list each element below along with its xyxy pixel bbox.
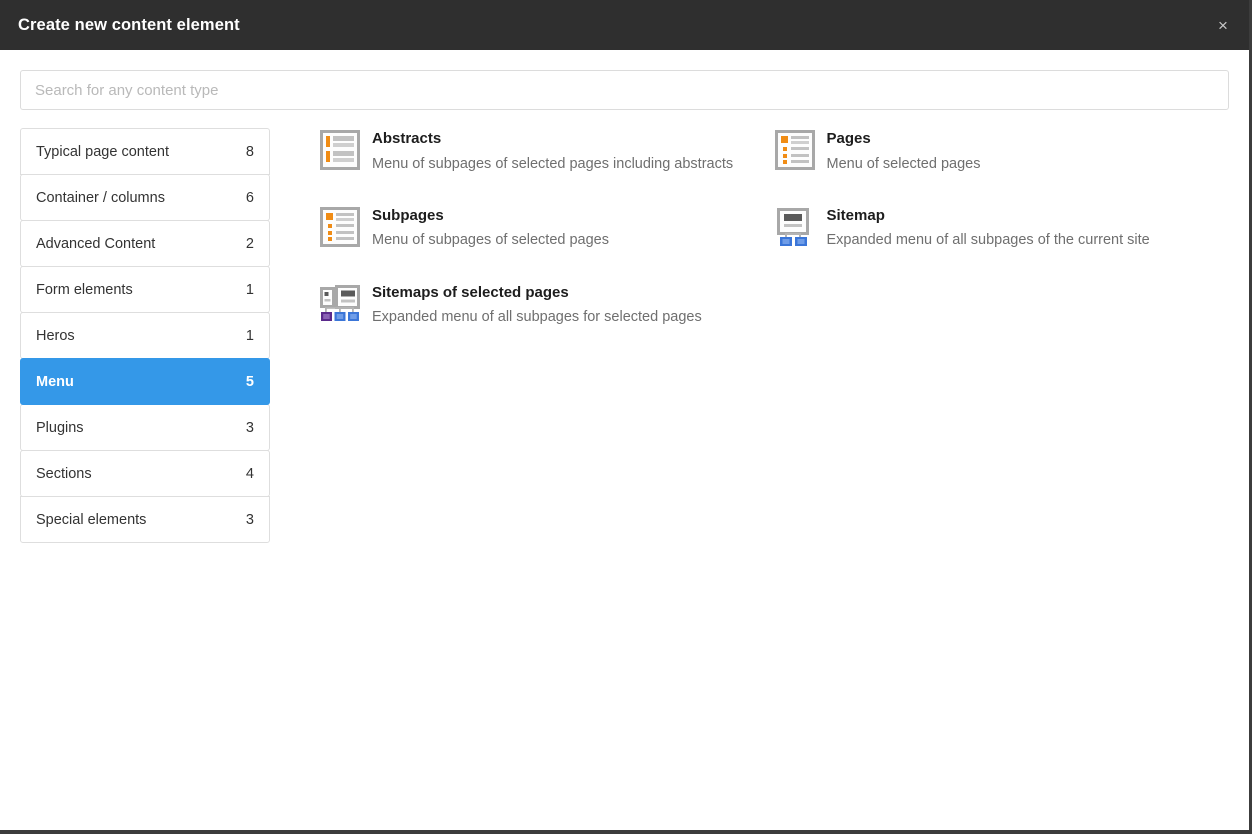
content-element-text: Abstracts Menu of subpages of selected p… xyxy=(372,128,755,175)
content-row: Typical page content 8 Container / colum… xyxy=(20,128,1229,543)
content-element-description: Menu of subpages of selected pages xyxy=(372,232,609,249)
sidebar-item-advanced-content[interactable]: Advanced Content 2 xyxy=(20,220,270,267)
content-element-title: Abstracts xyxy=(372,130,442,147)
category-count: 2 xyxy=(245,235,254,252)
category-label: Plugins xyxy=(36,419,84,436)
content-element-description: Menu of subpages of selected pages inclu… xyxy=(372,155,734,172)
create-content-element-dialog: Create new content element × Typical pag… xyxy=(0,0,1252,834)
category-label: Sections xyxy=(36,465,92,482)
category-label: Container / columns xyxy=(36,189,165,206)
content-element-title: Pages xyxy=(826,130,871,147)
category-label: Form elements xyxy=(36,281,133,298)
content-element-abstracts[interactable]: Abstracts Menu of subpages of selected p… xyxy=(320,128,775,205)
category-count: 1 xyxy=(245,281,254,298)
category-count: 5 xyxy=(245,373,254,390)
content-element-text: Subpages Menu of subpages of selected pa… xyxy=(372,205,755,252)
dialog-header: Create new content element × xyxy=(0,0,1249,50)
sidebar-item-menu[interactable]: Menu 5 xyxy=(20,358,270,405)
search-bar xyxy=(20,70,1229,128)
sitemaps-selected-icon xyxy=(320,284,360,324)
content-element-sitemaps-of-selected-pages[interactable]: Sitemaps of selected pages Expanded menu… xyxy=(320,282,775,359)
content-element-sitemap[interactable]: Sitemap Expanded menu of all subpages of… xyxy=(775,205,1230,282)
search-input[interactable] xyxy=(20,70,1229,110)
category-label: Heros xyxy=(36,327,75,344)
category-count: 3 xyxy=(245,511,254,528)
category-count: 8 xyxy=(245,143,254,160)
abstracts-icon xyxy=(320,130,360,170)
content-element-text: Sitemaps of selected pages Expanded menu… xyxy=(372,282,755,329)
category-count: 3 xyxy=(245,419,254,436)
content-element-text: Pages Menu of selected pages xyxy=(827,128,1210,175)
content-element-title: Sitemaps of selected pages xyxy=(372,283,569,301)
sidebar-item-container-columns[interactable]: Container / columns 6 xyxy=(20,174,270,221)
close-icon[interactable]: × xyxy=(1197,0,1249,50)
sidebar-item-form-elements[interactable]: Form elements 1 xyxy=(20,266,270,313)
content-element-text: Sitemap Expanded menu of all subpages of… xyxy=(827,205,1210,252)
content-element-description: Expanded menu of all subpages of the cur… xyxy=(826,232,1150,249)
sidebar-item-plugins[interactable]: Plugins 3 xyxy=(20,404,270,451)
content-element-subpages[interactable]: Subpages Menu of subpages of selected pa… xyxy=(320,205,775,282)
pages-icon xyxy=(774,130,815,170)
category-label: Typical page content xyxy=(36,143,170,160)
category-list: Typical page content 8 Container / colum… xyxy=(20,128,270,543)
category-label: Special elements xyxy=(36,511,147,528)
content-element-pages[interactable]: Pages Menu of selected pages xyxy=(774,128,1230,205)
sidebar-item-heros[interactable]: Heros 1 xyxy=(20,312,270,359)
category-label: Advanced Content xyxy=(36,235,156,252)
sitemap-icon xyxy=(775,207,815,247)
content-element-title: Sitemap xyxy=(826,206,885,224)
category-count: 1 xyxy=(245,327,254,344)
sidebar-item-special-elements[interactable]: Special elements 3 xyxy=(20,496,270,543)
category-count: 4 xyxy=(245,465,254,482)
content-element-description: Menu of selected pages xyxy=(826,155,981,172)
dialog-title: Create new content element xyxy=(18,15,240,34)
sidebar-item-sections[interactable]: Sections 4 xyxy=(20,450,270,497)
content-element-title: Subpages xyxy=(372,206,444,224)
content-element-description: Expanded menu of all subpages for select… xyxy=(372,309,702,326)
content-element-grid: Abstracts Menu of subpages of selected p… xyxy=(320,128,1229,359)
sidebar-item-typical-page-content[interactable]: Typical page content 8 xyxy=(20,128,270,175)
category-count: 6 xyxy=(245,189,254,206)
dialog-body: Typical page content 8 Container / colum… xyxy=(0,50,1249,830)
category-label: Menu xyxy=(36,373,74,390)
subpages-icon xyxy=(320,206,360,247)
content-element-list: Abstracts Menu of subpages of selected p… xyxy=(270,128,1229,359)
